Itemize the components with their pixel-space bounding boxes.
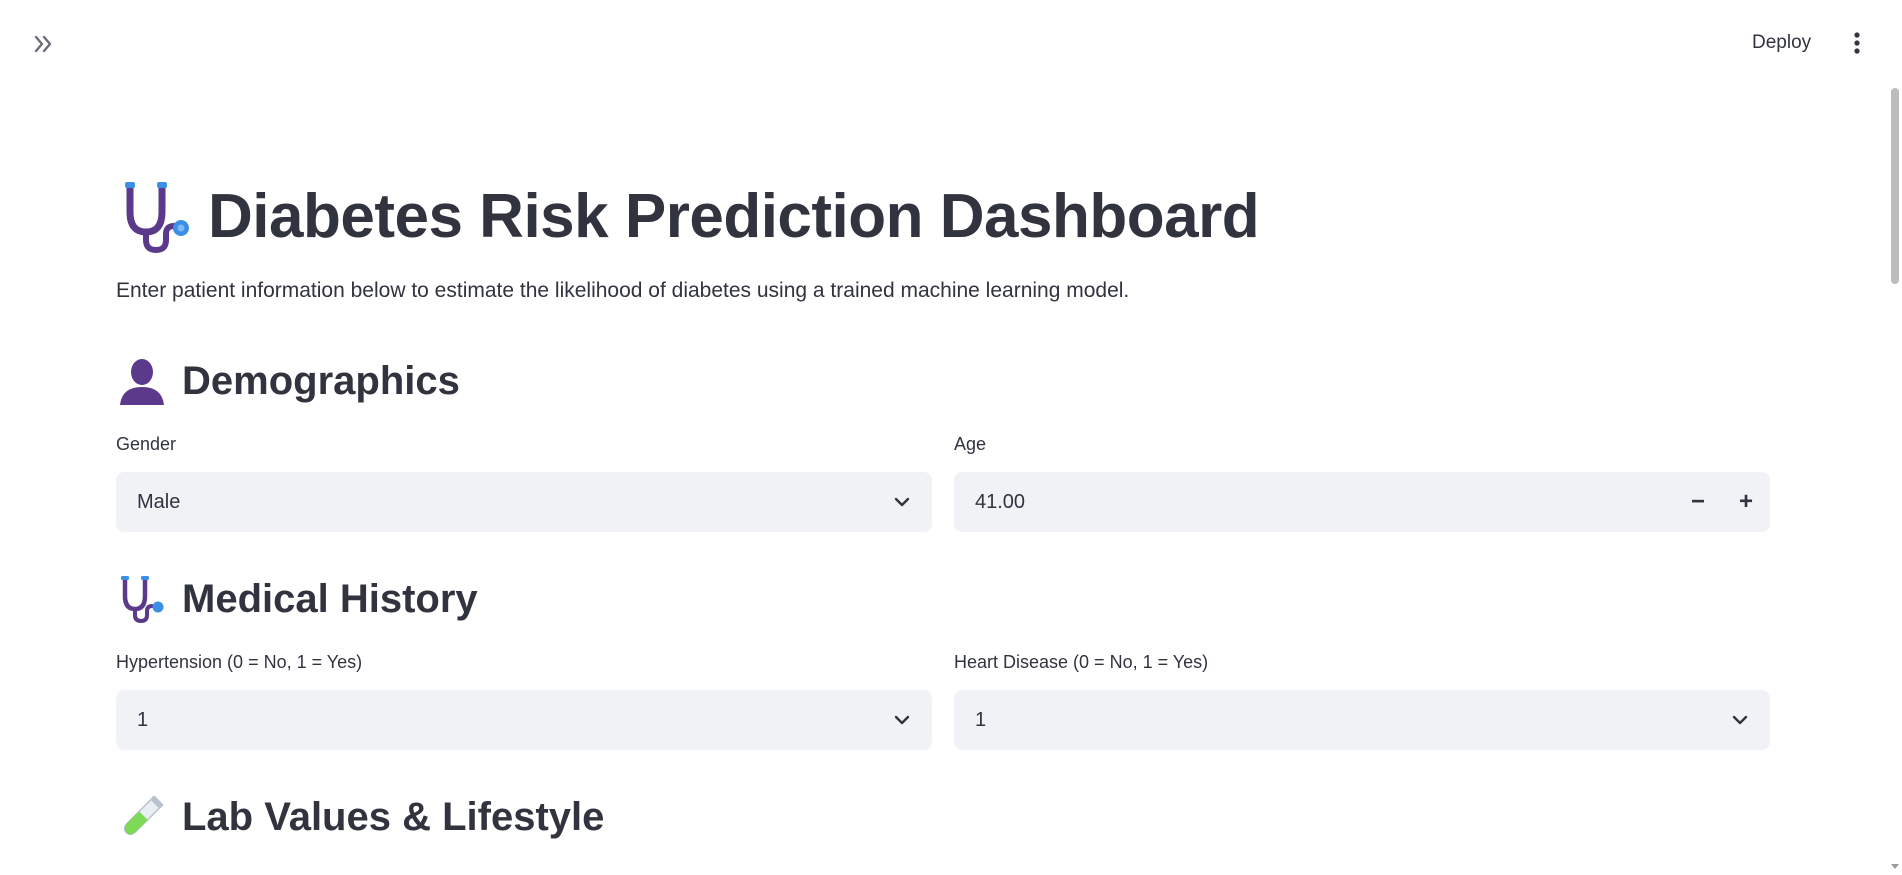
app-header: Deploy [0,0,1902,86]
section-header-demographics: Demographics [116,354,460,408]
chevron-down-icon [894,497,910,507]
more-vertical-icon [1854,32,1860,54]
stethoscope-icon [125,182,189,254]
section-header-medical-history: Medical History [116,572,478,626]
deploy-button[interactable]: Deploy [1740,26,1823,60]
section-title-medical-history: Medical History [182,576,478,621]
age-number-input[interactable]: 41.00 − + [954,472,1770,532]
hypertension-label: Hypertension (0 = No, 1 = Yes) [116,652,363,672]
scrollbar-thumb[interactable] [1891,88,1899,284]
person-silhouette-icon [120,359,164,405]
expand-sidebar-button[interactable] [28,28,60,60]
hypertension-select[interactable]: 1 [116,690,932,750]
double-chevron-right-icon [34,35,52,53]
age-label: Age [954,434,987,454]
section-header-lab-values: Lab Values & Lifestyle [116,790,604,844]
test-tube-icon [123,795,164,836]
main-menu-button[interactable] [1840,26,1874,60]
heart-disease-select-value: 1 [975,708,987,731]
chevron-down-icon [1732,715,1748,725]
stethoscope-icon [121,576,164,624]
page-title: Diabetes Risk Prediction Dashboard [208,181,1260,251]
page-title-row: Diabetes Risk Prediction Dashboard [116,176,1260,256]
age-input-value[interactable]: 41.00 [975,491,1025,514]
age-increment-button[interactable]: + [1726,482,1766,522]
intro-text: Enter patient information below to estim… [116,279,1130,302]
section-title-lab-values: Lab Values & Lifestyle [182,794,605,839]
scroll-down-arrow[interactable] [1891,864,1899,869]
gender-select-value: Male [137,490,181,513]
age-decrement-button[interactable]: − [1678,482,1718,522]
section-title-demographics: Demographics [182,358,460,403]
heart-disease-select[interactable]: 1 [954,690,1770,750]
gender-select[interactable]: Male [116,472,932,532]
heart-disease-label: Heart Disease (0 = No, 1 = Yes) [954,652,1209,672]
hypertension-select-value: 1 [137,708,149,731]
chevron-down-icon [894,715,910,725]
gender-label: Gender [116,434,177,454]
